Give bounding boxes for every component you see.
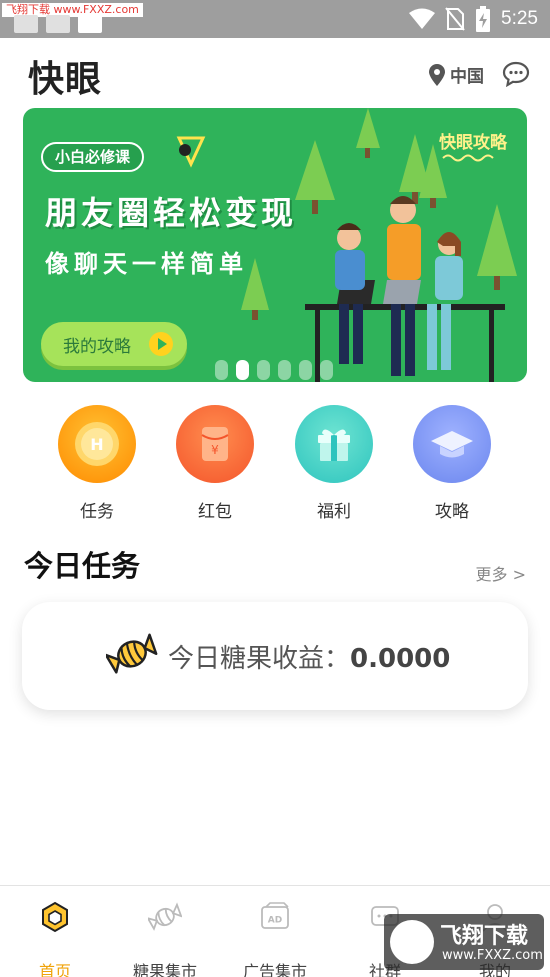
promo-banner[interactable]: 小白必修课 朋友圈轻松变现 像聊天一样简单 快眼攻略 我的攻略 [23,108,527,382]
nav-label: 广告集市 [242,962,307,977]
carousel-dot-active[interactable] [236,360,249,380]
home-hex-icon [42,901,68,933]
carousel-dot[interactable] [257,360,270,380]
status-bar: 飞翔下载 www.FXXZ.com 5:25 [0,0,550,38]
watermark-logo-icon [390,920,434,964]
earnings-card[interactable]: 今日糖果收益：0.0000 [22,602,528,710]
watermark-logo-url: www.FXXZ.com [442,948,543,963]
earnings-value: 0.0000 [350,644,451,674]
nav-item-home[interactable]: 首页 [10,900,100,977]
system-icons: 5:25 [409,6,538,32]
earnings-text: 今日糖果收益：0.0000 [168,638,450,675]
carousel-dot[interactable] [299,360,312,380]
svg-text:¥: ¥ [211,443,219,457]
play-icon [149,332,173,356]
notification-icon [78,15,102,33]
banner-subheadline: 像聊天一样简单 [45,250,248,278]
carousel-indicators [215,360,333,380]
battery-charging-icon [476,6,491,32]
quick-action-guides[interactable]: 攻略 [402,405,502,522]
clock: 5:25 [501,8,538,29]
banner-headline: 朋友圈轻松变现 [45,194,298,232]
ad-icon: AD [261,902,289,929]
notification-icon [14,15,38,33]
banner-cta-button[interactable]: 我的攻略 [41,322,187,366]
nav-label: 糖果集市 [132,962,197,977]
chat-bubble-icon[interactable] [502,61,530,87]
nav-label: 首页 [38,962,71,977]
notification-icons [14,15,102,33]
section-title: 今日任务 [24,549,141,583]
quick-action-benefits[interactable]: 福利 [284,405,384,522]
carousel-dot[interactable] [320,360,333,380]
watermark-logo-title: 飞翔下载 [440,924,529,949]
candy-icon [106,633,158,674]
nav-item-candy-market[interactable]: 糖果集市 [120,900,210,977]
quick-action-red-packet[interactable]: ¥ 红包 [165,405,265,522]
candy-outline-icon [146,902,183,931]
banner-cta-label: 我的攻略 [63,336,131,357]
banner-tag: 小白必修课 [41,142,145,172]
svg-text:H: H [90,435,103,454]
quick-action-label: 红包 [198,502,232,522]
location-pin-icon [429,63,445,86]
notification-icon [46,15,70,33]
nav-item-ad-market[interactable]: AD 广告集市 [230,900,320,977]
graduation-cap-icon [413,405,491,483]
quick-action-tasks[interactable]: H 任务 [47,405,147,522]
gift-icon [295,405,373,483]
no-sim-icon [445,7,465,31]
more-link[interactable]: 更多 > [476,561,527,585]
quick-action-label: 任务 [80,502,114,522]
earnings-label: 今日糖果收益： [168,644,351,674]
svg-text:AD: AD [268,916,282,926]
app-title: 快眼 [28,59,103,100]
carousel-dot[interactable] [215,360,228,380]
watermark-logo: 飞翔下载 www.FXXZ.com [384,914,544,970]
red-packet-icon: ¥ [176,405,254,483]
location-label: 中国 [450,67,484,87]
quick-action-label: 攻略 [435,502,469,522]
carousel-dot[interactable] [278,360,291,380]
quick-actions: H 任务 ¥ 红包 福利 攻略 [0,405,550,525]
location-selector[interactable]: 中国 [429,62,484,87]
quick-action-label: 福利 [317,502,351,522]
wifi-icon [409,8,436,29]
coin-icon: H [58,405,136,483]
banner-brand: 快眼攻略 [439,133,507,153]
